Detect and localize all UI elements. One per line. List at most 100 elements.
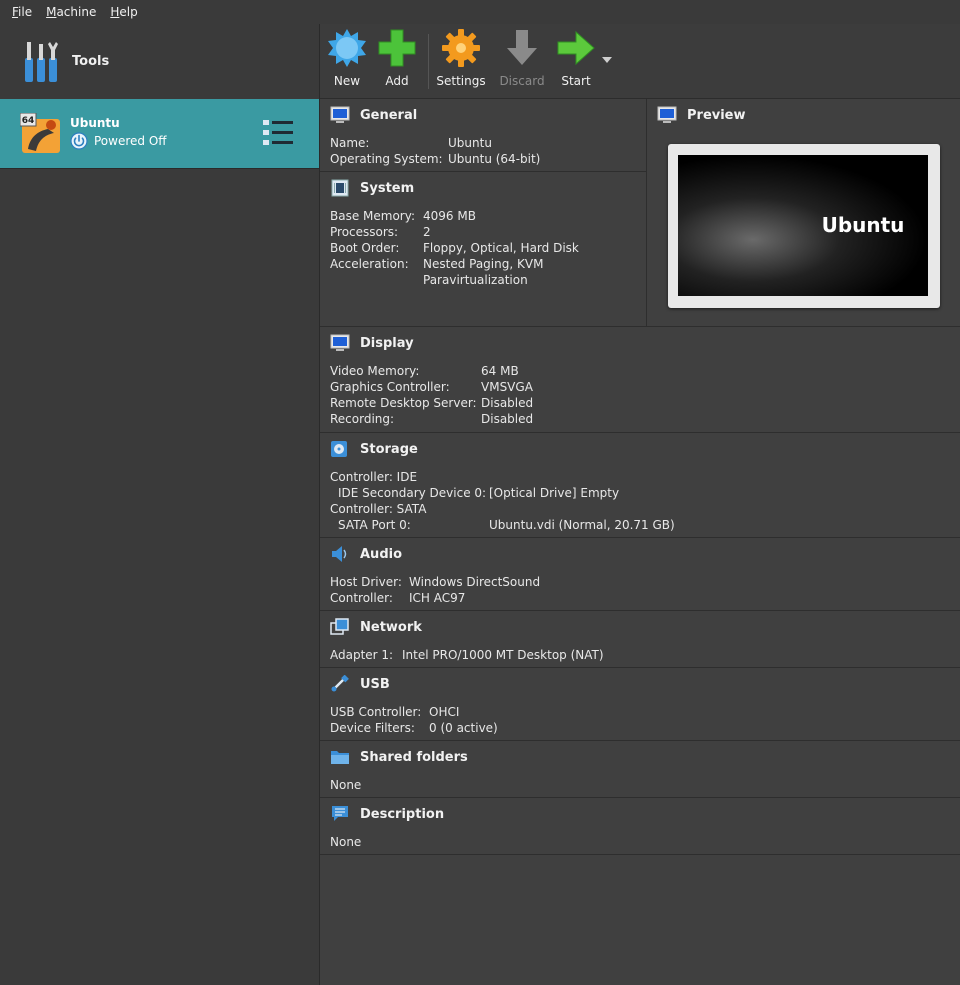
toolbar-separator: [428, 34, 429, 89]
system-key: Acceleration:: [330, 257, 409, 271]
usb-key: USB Controller:: [330, 705, 422, 719]
add-icon: [378, 29, 416, 67]
storage-key: Controller: SATA: [330, 502, 427, 516]
storage-key: IDE Secondary Device 0:: [338, 486, 487, 500]
start-arrow-right-icon: [557, 30, 595, 66]
preview-monitor-icon: [657, 106, 677, 123]
system-value: Nested Paging, KVM: [423, 257, 544, 271]
general-title: General: [360, 107, 418, 123]
preview-frame: Ubuntu: [668, 144, 940, 308]
storage-value: Ubuntu.vdi (Normal, 20.71 GB): [489, 518, 675, 532]
system-value: Floppy, Optical, Hard Disk: [423, 241, 579, 255]
power-off-icon: [70, 132, 88, 150]
tools-item[interactable]: Tools: [0, 24, 320, 99]
menu-machine-label: achine: [56, 5, 97, 19]
description-header[interactable]: Description: [330, 804, 444, 824]
storage-disk-icon: [331, 441, 347, 457]
general-section: General Name: Ubuntu Operating System: Ubu…: [320, 99, 646, 172]
usb-key: Device Filters:: [330, 721, 415, 735]
system-key: Boot Order:: [330, 241, 400, 255]
system-section: System Base Memory: 4096 MB Processors: 2 …: [320, 172, 646, 327]
audio-key: Controller:: [330, 591, 393, 605]
usb-value: 0 (0 active): [429, 721, 498, 735]
usb-section: USB USB Controller: OHCI Device Filters: 0…: [320, 668, 960, 741]
preview-header[interactable]: Preview: [657, 105, 746, 125]
folder-icon: [331, 751, 349, 764]
audio-section: Audio Host Driver: Windows DirectSound Co…: [320, 538, 960, 611]
new-icon: [328, 29, 366, 67]
discard-button[interactable]: Discard: [492, 28, 552, 94]
storage-key: Controller: IDE: [330, 470, 418, 484]
description-section: Description None: [320, 798, 960, 855]
storage-section: Storage Controller: IDE IDE Secondary De…: [320, 433, 960, 538]
menu-machine[interactable]: Machine: [39, 5, 103, 19]
details-menu-icon[interactable]: [262, 118, 294, 148]
machine-list-pane: Tools 64 Ubuntu Powered Off: [0, 24, 320, 985]
main-toolbar: New Add Settings Discard Start: [320, 24, 960, 99]
menu-bar: File Machine Help: [0, 0, 960, 24]
vm-state: Powered Off: [94, 134, 167, 148]
discard-arrow-down-icon: [507, 30, 537, 65]
network-key: Adapter 1:: [330, 648, 394, 662]
usb-icon: [331, 675, 349, 692]
network-section: Network Adapter 1: Intel PRO/1000 MT Desk…: [320, 611, 960, 668]
system-value: Paravirtualization: [423, 273, 528, 287]
system-key: Base Memory:: [330, 209, 416, 223]
arch-badge: 64: [22, 116, 35, 126]
description-value: None: [330, 835, 362, 849]
start-label: Start: [561, 74, 591, 88]
storage-title: Storage: [360, 441, 418, 457]
ubuntu-os-icon: 64: [20, 113, 60, 153]
speech-bubble-icon: [332, 806, 348, 821]
menu-file-label: ile: [18, 5, 33, 19]
network-value: Intel PRO/1000 MT Desktop (NAT): [402, 648, 604, 662]
network-header[interactable]: Network: [330, 617, 422, 637]
speaker-icon: [332, 546, 347, 562]
storage-key: SATA Port 0:: [338, 518, 411, 532]
shared-folders-header[interactable]: Shared folders: [330, 747, 468, 767]
preview-section: Preview Ubuntu: [646, 99, 960, 327]
start-button[interactable]: Start: [546, 28, 606, 94]
settings-gear-icon: [442, 29, 480, 67]
audio-header[interactable]: Audio: [330, 544, 402, 564]
usb-title: USB: [360, 676, 390, 692]
menu-help[interactable]: Help: [103, 5, 144, 19]
display-header[interactable]: Display: [330, 333, 414, 353]
audio-key: Host Driver:: [330, 575, 402, 589]
usb-header[interactable]: USB: [330, 674, 390, 694]
system-header[interactable]: System: [330, 178, 414, 198]
start-dropdown-chevron-icon[interactable]: [602, 57, 612, 63]
display-key: Remote Desktop Server:: [330, 396, 477, 410]
display-key: Video Memory:: [330, 364, 420, 378]
chip-icon: [331, 179, 349, 197]
network-icon: [330, 618, 349, 635]
display-key: Recording:: [330, 412, 395, 426]
system-value: 4096 MB: [423, 209, 476, 223]
preview-screen: Ubuntu: [678, 155, 928, 296]
system-title: System: [360, 180, 415, 196]
network-title: Network: [360, 619, 422, 635]
settings-button[interactable]: Settings: [431, 28, 491, 94]
menu-file[interactable]: File: [5, 5, 39, 19]
vm-list-item-ubuntu[interactable]: 64 Ubuntu Powered Off: [0, 99, 319, 169]
shared-folders-title: Shared folders: [360, 749, 468, 765]
vm-name: Ubuntu: [70, 116, 120, 130]
monitor-icon: [330, 106, 350, 123]
general-key: Operating System:: [330, 152, 443, 166]
display-value: 64 MB: [481, 364, 519, 378]
tools-icon: [25, 41, 58, 82]
preview-vm-name: Ubuntu: [821, 213, 905, 237]
storage-value: [Optical Drive] Empty: [489, 486, 620, 500]
general-header[interactable]: General: [330, 105, 417, 125]
shared-folders-value: None: [330, 778, 362, 792]
add-button[interactable]: Add: [367, 28, 427, 94]
shared-folders-section: Shared folders None: [320, 741, 960, 798]
display-value: VMSVGA: [481, 380, 533, 394]
preview-title: Preview: [687, 107, 746, 123]
discard-label: Discard: [499, 74, 545, 88]
audio-value: ICH AC97: [409, 591, 466, 605]
storage-header[interactable]: Storage: [330, 439, 418, 459]
display-key: Graphics Controller:: [330, 380, 450, 394]
system-value: 2: [423, 225, 431, 239]
tools-label: Tools: [72, 54, 110, 69]
